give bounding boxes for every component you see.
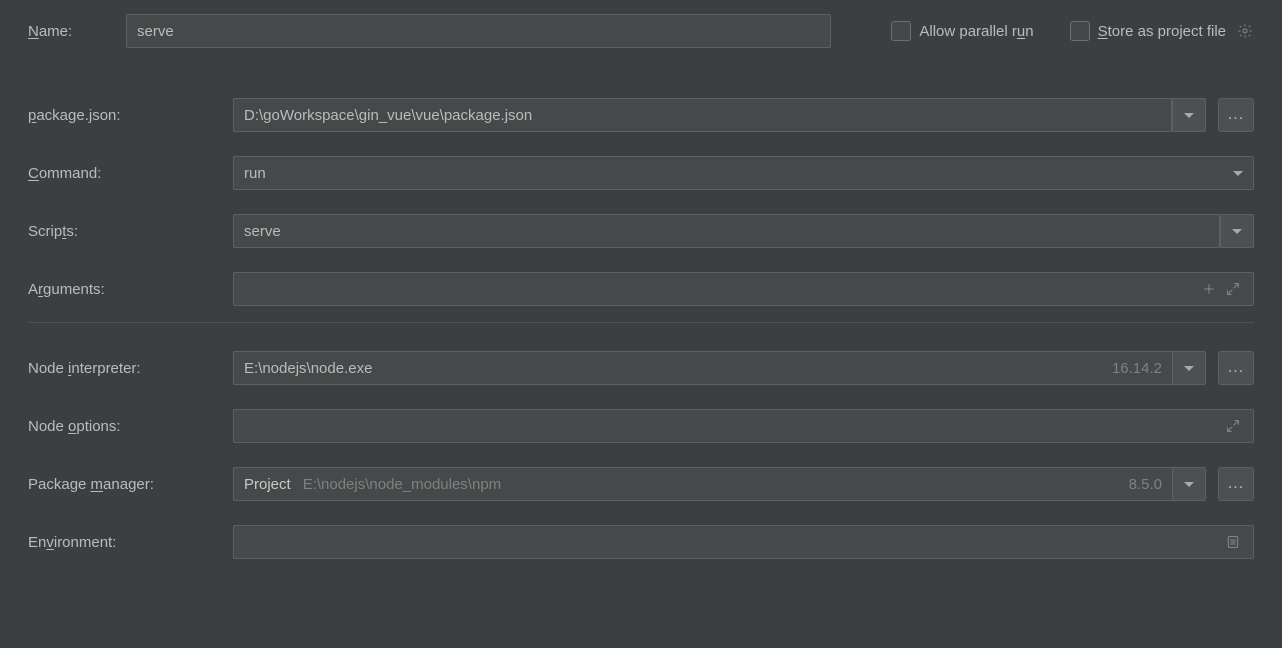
package-json-browse-button[interactable]: ...: [1218, 98, 1254, 132]
package-manager-browse-button[interactable]: ...: [1218, 467, 1254, 501]
command-select[interactable]: run: [233, 156, 1254, 190]
node-options-input[interactable]: [233, 409, 1254, 443]
divider: [28, 322, 1254, 323]
environment-label: Environment:: [28, 534, 233, 551]
store-as-project-checkbox[interactable]: [1070, 21, 1090, 41]
expand-icon[interactable]: [1225, 281, 1241, 297]
package-manager-label: Package manager:: [28, 476, 233, 493]
scripts-dropdown[interactable]: [1220, 214, 1254, 248]
name-input[interactable]: [126, 14, 831, 48]
package-json-dropdown[interactable]: [1172, 98, 1206, 132]
command-label: Command:: [28, 165, 233, 182]
plus-icon[interactable]: [1201, 281, 1217, 297]
scripts-label: Scripts:: [28, 223, 233, 240]
chevron-down-icon: [1233, 171, 1243, 176]
node-interpreter-dropdown[interactable]: [1172, 351, 1206, 385]
package-json-input[interactable]: [233, 98, 1172, 132]
chevron-down-icon: [1232, 229, 1242, 234]
list-icon[interactable]: [1225, 534, 1241, 550]
node-interpreter-browse-button[interactable]: ...: [1218, 351, 1254, 385]
store-as-project-label: Store as project file: [1098, 23, 1226, 40]
expand-icon[interactable]: [1225, 418, 1241, 434]
package-manager-select[interactable]: Project E:\nodejs\node_modules\npm 8.5.0: [233, 467, 1172, 501]
node-version-text: 16.14.2: [1112, 360, 1162, 377]
arguments-input[interactable]: [233, 272, 1254, 306]
node-interpreter-select[interactable]: E:\nodejs\node.exe 16.14.2: [233, 351, 1172, 385]
allow-parallel-checkbox[interactable]: [891, 21, 911, 41]
arguments-label: Arguments:: [28, 281, 233, 298]
name-label: Name:: [28, 23, 126, 40]
chevron-down-icon: [1184, 113, 1194, 118]
package-json-label: package.json:: [28, 107, 233, 124]
chevron-down-icon: [1184, 366, 1194, 371]
scripts-input[interactable]: [233, 214, 1220, 248]
npm-version-text: 8.5.0: [1129, 476, 1162, 493]
allow-parallel-label: Allow parallel run: [919, 23, 1033, 40]
package-manager-dropdown[interactable]: [1172, 467, 1206, 501]
environment-input[interactable]: [233, 525, 1254, 559]
chevron-down-icon: [1184, 482, 1194, 487]
gear-icon[interactable]: [1236, 22, 1254, 40]
node-interpreter-label: Node interpreter:: [28, 360, 233, 377]
node-options-label: Node options:: [28, 418, 233, 435]
